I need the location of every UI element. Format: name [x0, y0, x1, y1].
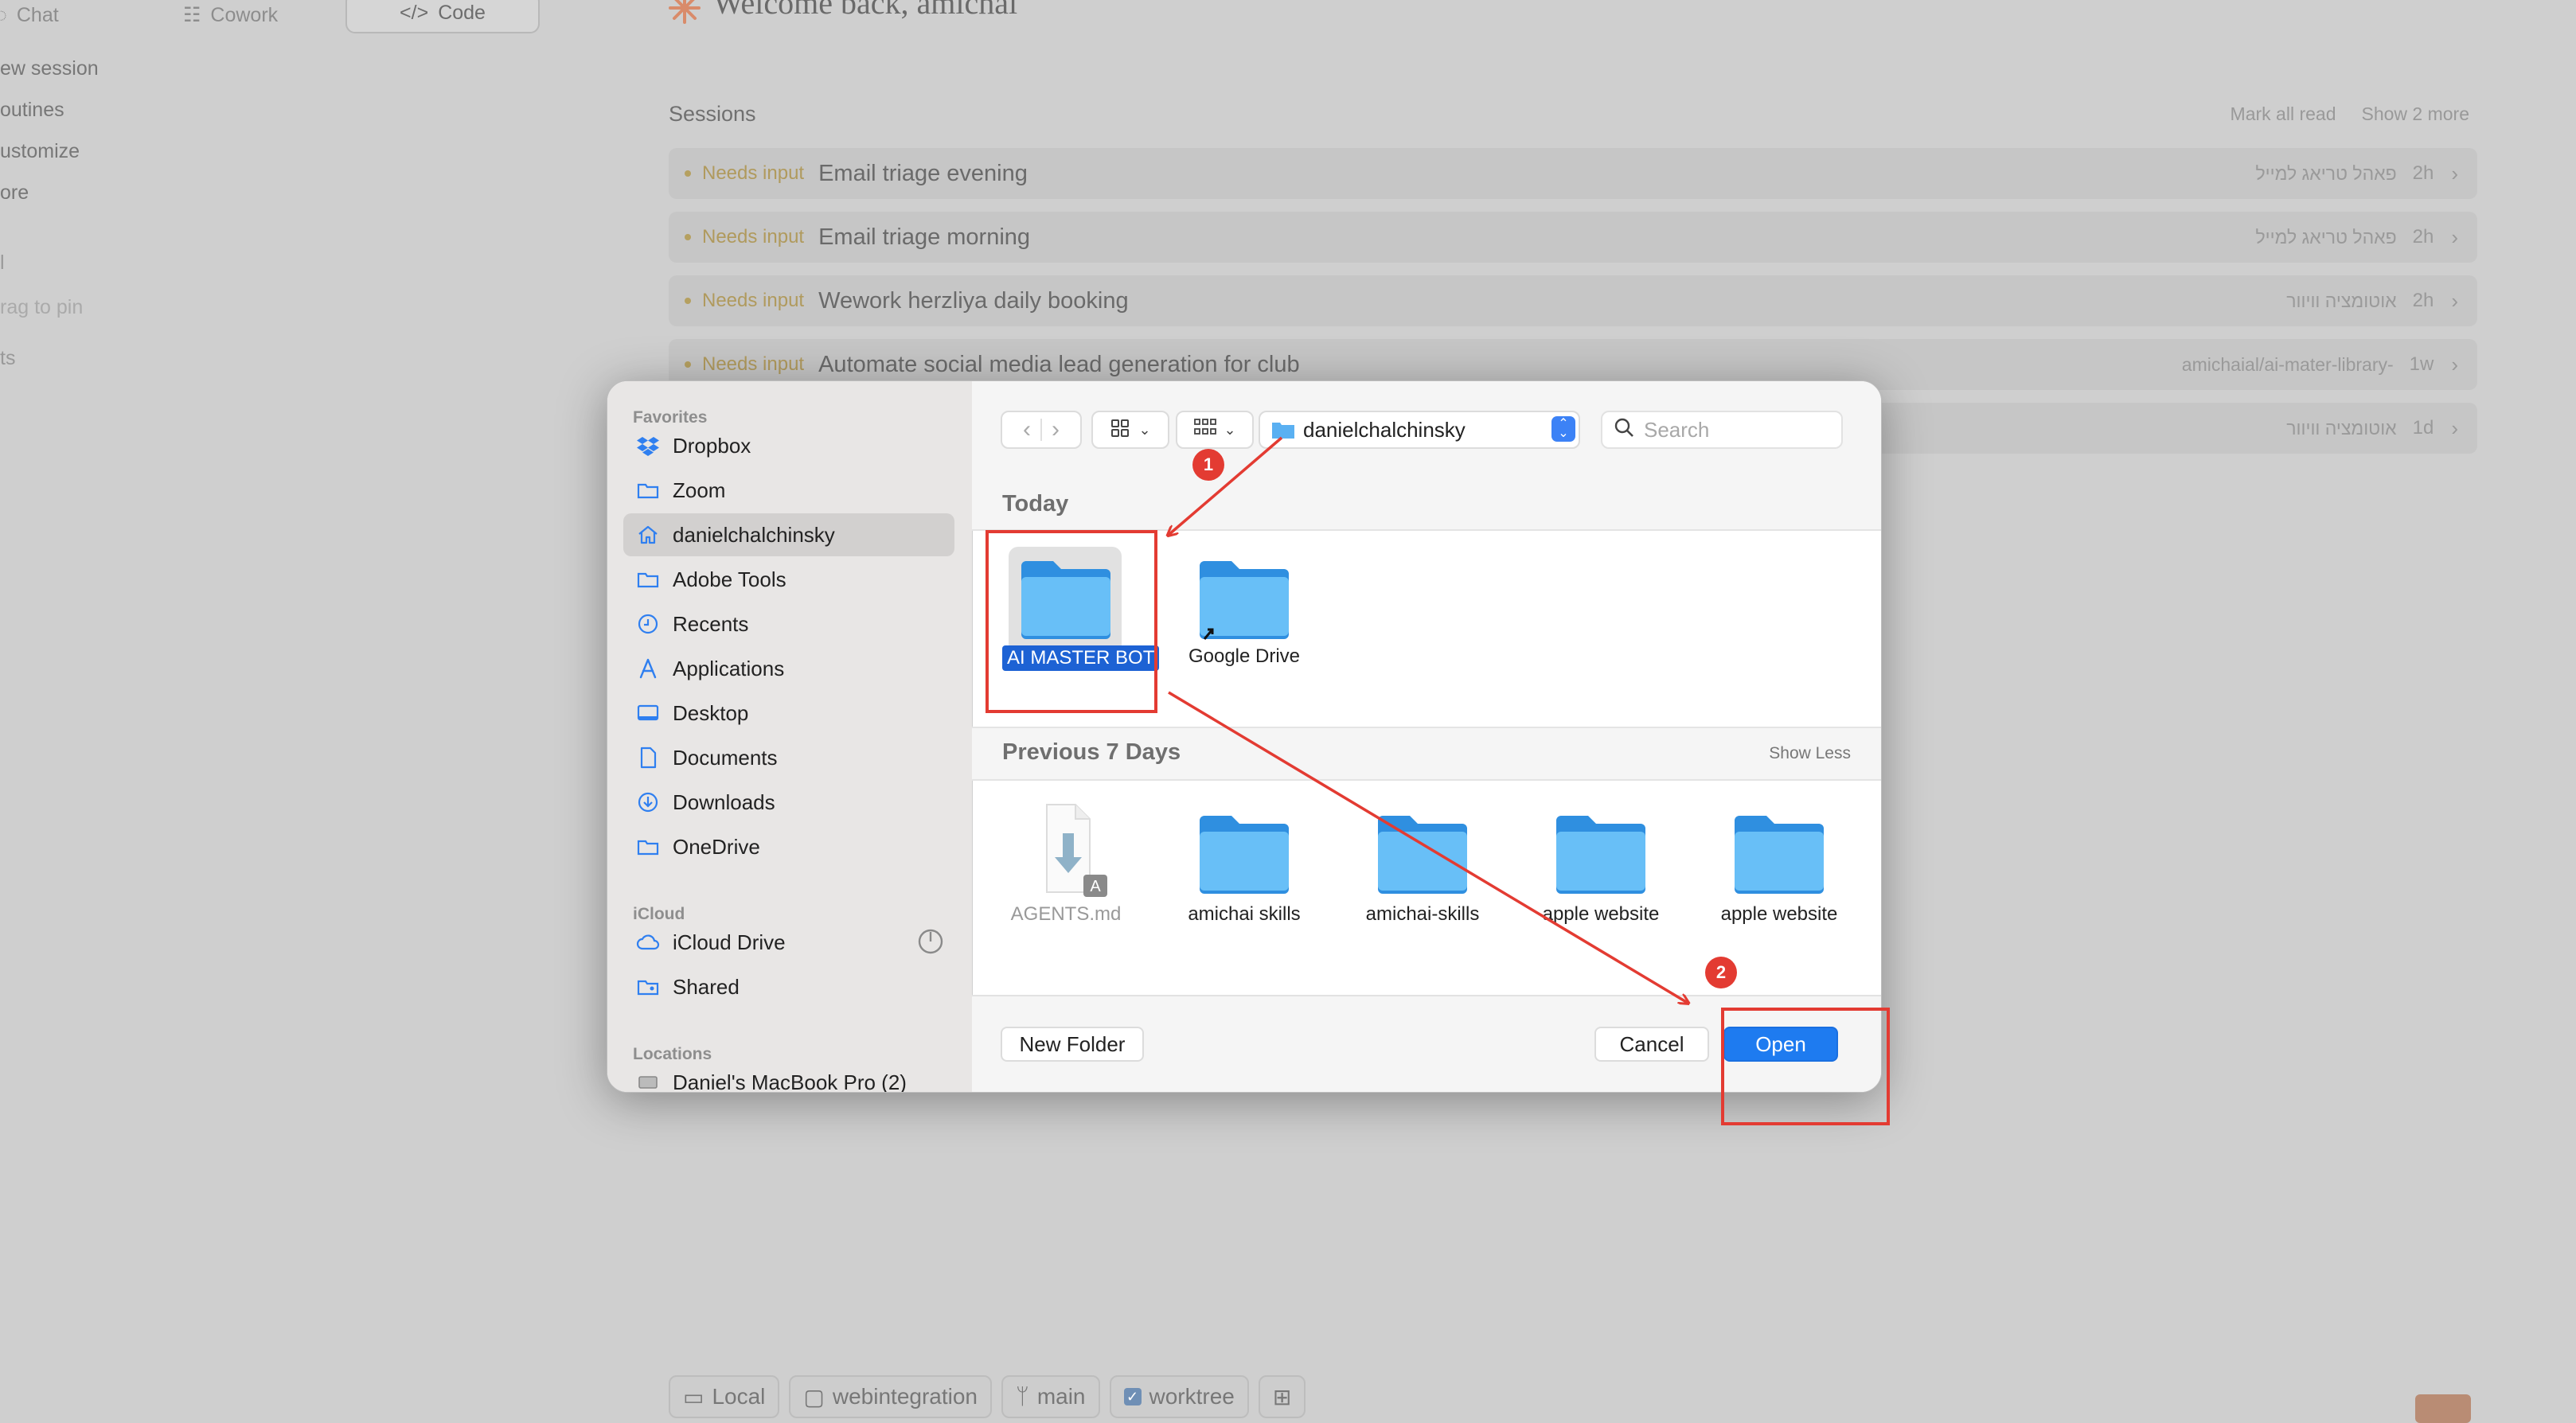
- annotation-badge-1: 1: [1192, 449, 1224, 481]
- annotation-arrow-1: [1169, 436, 1283, 535]
- annotation-arrow-2: [1168, 691, 1688, 1003]
- annotation-badge-2: 2: [1705, 957, 1737, 988]
- annotation-arrows: [0, 436, 2576, 1423]
